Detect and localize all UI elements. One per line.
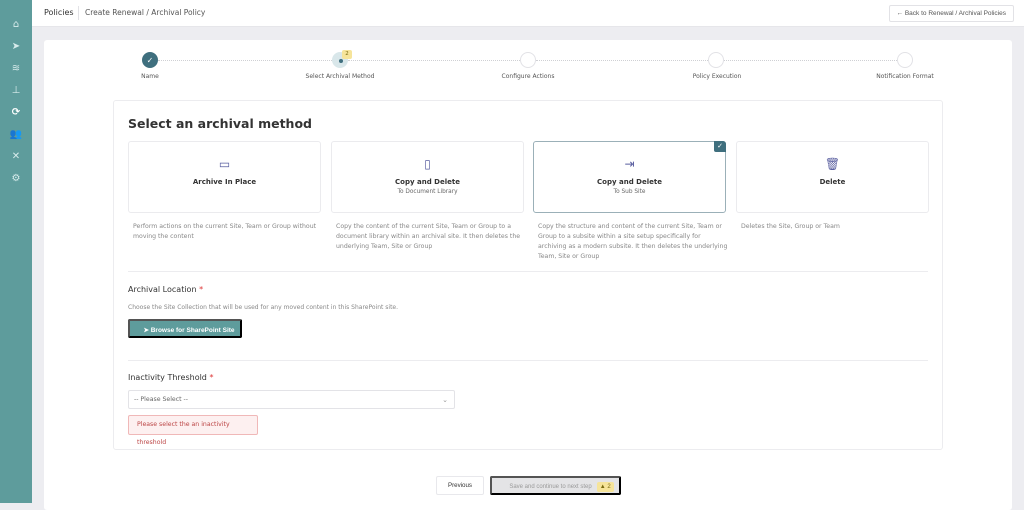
archival-method-option[interactable]: 🗑 Delete [736, 141, 929, 213]
option-description: Deletes the Site, Group or Team [741, 223, 840, 230]
users-icon[interactable]: 👥 [6, 127, 26, 143]
step-label: Select Archival Method [305, 73, 375, 80]
required-marker: * [199, 285, 204, 294]
home-icon[interactable]: ⌂ [6, 17, 26, 33]
option-subtitle: To Document Library [397, 189, 458, 195]
step-policy-execution[interactable] [708, 52, 724, 68]
check-icon: ✓ [714, 141, 726, 152]
archival-method-option[interactable]: ▯ Copy and Delete To Document Library [331, 141, 524, 213]
archival-location-label: Archival Location * [128, 285, 203, 294]
step-notification-format[interactable] [897, 52, 913, 68]
divider [128, 271, 928, 272]
step-name-icon[interactable]: ✓ [142, 52, 158, 68]
breadcrumb: Create Renewal / Archival Policy [85, 8, 206, 17]
divider [78, 6, 79, 20]
layers-icon[interactable]: ≋ [6, 61, 26, 77]
send-icon[interactable]: ➤ [6, 39, 26, 55]
sync-icon[interactable]: ⟳ [6, 105, 26, 121]
step-label: Configure Actions [501, 73, 555, 80]
browse-sharepoint-site-button[interactable]: ➤ Browse for SharePoint Site [128, 319, 242, 338]
sidebar: ⌂ ➤ ≋ ⊥ ⟳ 👥 ✕ ⚙ [0, 0, 32, 503]
archival-method-option[interactable]: ▭ Archive In Place [128, 141, 321, 213]
option-description: Perform actions on the current Site, Tea… [133, 223, 317, 240]
archival-location-help: Choose the Site Collection that will be … [128, 304, 399, 311]
label-text: Archival Location [128, 285, 197, 294]
chevron-down-icon: ⌄ [442, 396, 448, 404]
step-label: Name [141, 73, 159, 80]
header: Policies Create Renewal / Archival Polic… [32, 0, 1024, 27]
inactivity-threshold-label: Inactivity Threshold * [128, 373, 213, 382]
step-label: Policy Execution [692, 73, 742, 80]
step-connector [536, 60, 708, 61]
page-title: Policies [44, 8, 74, 17]
step-connector [724, 60, 897, 61]
step-label: Notification Format [876, 73, 934, 80]
sitemap-icon[interactable]: ⊥ [6, 83, 26, 99]
archive-box-icon: ▭ [218, 157, 231, 171]
option-name: Delete [819, 178, 846, 186]
divider [128, 360, 928, 361]
button-label: Save and continue to next step [509, 484, 592, 490]
back-to-policies-button[interactable]: ← Back to Renewal / Archival Policies [888, 5, 1014, 22]
option-description: Copy the structure and content of the cu… [538, 223, 728, 260]
previous-button[interactable]: Previous [436, 476, 484, 495]
option-description: Copy the content of the current Site, Te… [336, 223, 521, 250]
validation-error: Please select the an inactivity threshol… [128, 415, 258, 446]
required-marker: * [209, 373, 214, 382]
trash-icon: 🗑 [824, 157, 841, 171]
select-placeholder: -- Please Select -- [134, 396, 188, 403]
label-text: Inactivity Threshold [128, 373, 207, 382]
option-subtitle: To Sub Site [613, 189, 646, 195]
document-library-icon: ▯ [424, 157, 431, 171]
option-name: Copy and Delete [597, 178, 662, 186]
button-label: Browse for SharePoint Site [150, 327, 235, 334]
archival-method-option[interactable]: ⇥ Copy and Delete To Sub Site ✓ [533, 141, 726, 213]
save-and-continue-button[interactable]: Save and continue to next step ▲ 2 [490, 476, 621, 495]
section-title: Select an archival method [128, 116, 312, 131]
move-to-subsite-icon: ⇥ [624, 157, 635, 171]
step-connector [348, 60, 520, 61]
step-warning-badge: 2 [342, 50, 352, 59]
send-icon: ➤ [143, 327, 151, 334]
step-connector [158, 60, 332, 61]
option-name: Copy and Delete [395, 178, 460, 186]
tools-icon[interactable]: ✕ [6, 149, 26, 165]
gear-icon[interactable]: ⚙ [6, 171, 26, 187]
step-configure-actions[interactable] [520, 52, 536, 68]
option-name: Archive In Place [192, 178, 257, 186]
inactivity-threshold-select[interactable]: -- Please Select -- ⌄ [128, 390, 455, 409]
warning-count-badge: ▲ 2 [596, 482, 614, 492]
